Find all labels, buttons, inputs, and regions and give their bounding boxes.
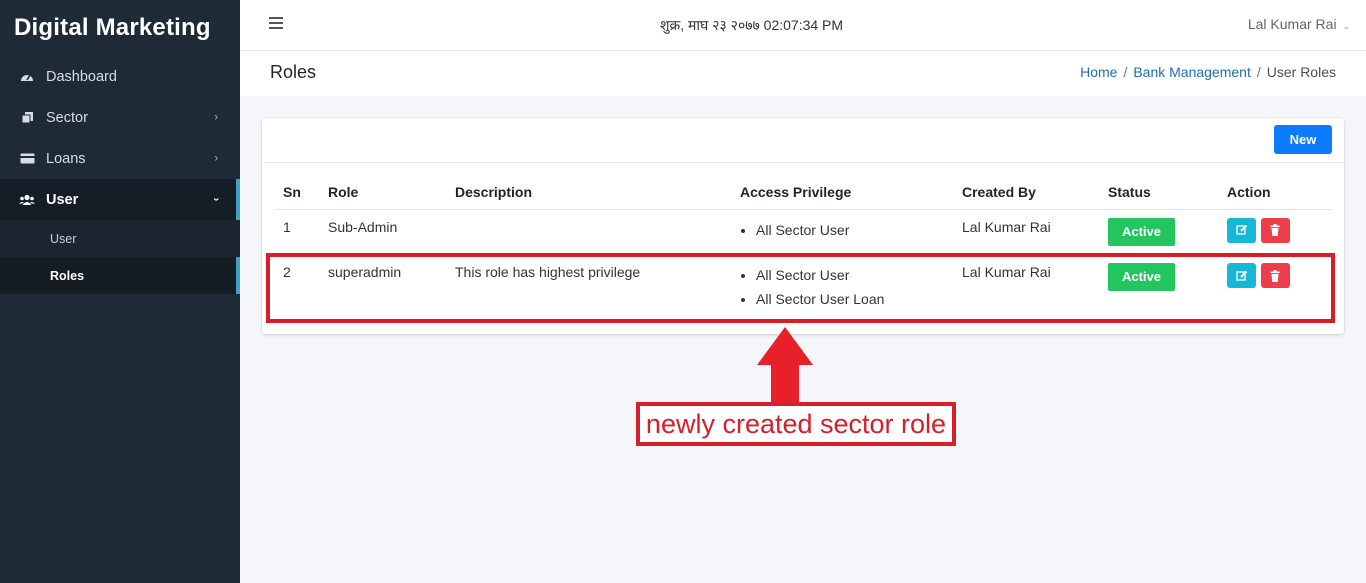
breadcrumb-bank-management[interactable]: Bank Management (1133, 64, 1251, 80)
status-badge: Active (1108, 217, 1175, 246)
privilege-item: All Sector User (756, 222, 954, 238)
brand-title[interactable]: Digital Marketing (0, 0, 240, 56)
column-header-status[interactable]: Status (1100, 175, 1219, 210)
cell-status: Active (1100, 209, 1219, 255)
delete-button[interactable] (1260, 217, 1290, 243)
user-menu[interactable]: Lal Kumar Rai ⌄ (1248, 16, 1350, 32)
edit-icon (1235, 224, 1247, 235)
sidebar-subitem-roles[interactable]: Roles (0, 257, 240, 294)
breadcrumb: Home / Bank Management / User Roles (1080, 64, 1336, 80)
sidebar-item-label: User (46, 191, 79, 208)
cell-role: Sub-Admin (328, 218, 398, 235)
page-title: Roles (270, 62, 317, 82)
cell-description (447, 209, 732, 255)
copy-icon (18, 111, 36, 125)
cell-sn: 2 (283, 264, 291, 280)
cell-access-privilege: All Sector User (732, 209, 954, 255)
table-row: 2 superadmin This role has highest privi… (275, 255, 1331, 323)
table-header-row: Sn Role Description Access Privilege Cre… (275, 175, 1331, 210)
new-role-button[interactable]: New (1274, 125, 1332, 154)
menu-toggle-icon[interactable] (269, 17, 283, 29)
breadcrumb-current: User Roles (1266, 64, 1336, 80)
edit-icon (1235, 270, 1247, 281)
edit-button[interactable] (1227, 217, 1256, 243)
card-header: New (262, 118, 1344, 163)
annotation-label: newly created sector role (636, 402, 956, 446)
sidebar-item-sector[interactable]: Sector › (0, 97, 240, 138)
roles-card: New Sn Role Description Access Privilege… (262, 118, 1344, 334)
column-header-created-by[interactable]: Created By (954, 175, 1100, 210)
sidebar-item-dashboard[interactable]: Dashboard (0, 56, 240, 97)
roles-table: Sn Role Description Access Privilege Cre… (275, 175, 1331, 323)
privilege-item: All Sector User Loan (756, 291, 954, 307)
card-icon (18, 152, 36, 166)
cell-action (1219, 209, 1331, 255)
column-header-sn[interactable]: Sn (275, 175, 320, 210)
cell-status: Active (1100, 255, 1219, 323)
cell-created-by: Lal Kumar Rai (962, 218, 1051, 235)
sidebar-item-user[interactable]: User › (0, 179, 240, 220)
trash-icon (1270, 269, 1280, 282)
column-header-role[interactable]: Role (320, 175, 447, 210)
sidebar-subitem-user[interactable]: User (0, 220, 240, 257)
cell-role: superadmin (328, 264, 402, 280)
chevron-down-icon: ⌄ (1342, 21, 1350, 31)
breadcrumb-separator: / (1256, 64, 1261, 80)
delete-button[interactable] (1260, 263, 1290, 288)
sidebar-item-loans[interactable]: Loans › (0, 138, 240, 179)
chevron-right-icon: › (214, 151, 218, 164)
breadcrumb-home[interactable]: Home (1080, 64, 1117, 80)
dashboard-icon (18, 70, 36, 84)
sidebar: Digital Marketing Dashboard Sector › Loa… (0, 0, 240, 583)
cell-access-privilege: All Sector User All Sector User Loan (732, 255, 954, 323)
cell-action (1219, 255, 1331, 323)
user-name: Lal Kumar Rai (1247, 16, 1337, 32)
breadcrumb-separator: / (1123, 64, 1128, 80)
status-badge: Active (1108, 263, 1175, 291)
current-datetime: शुक्र, माघ २३ २०७७ 02:07:34 PM (660, 17, 844, 33)
cell-description: This role has highest privilege (455, 264, 641, 280)
cell-sn: 1 (283, 218, 291, 235)
chevron-right-icon: › (214, 110, 218, 123)
chevron-down-icon: › (210, 197, 223, 201)
table-row: 1 Sub-Admin All Sector User Lal Kumar Ra… (275, 209, 1331, 255)
sidebar-item-label: Dashboard (46, 68, 117, 85)
edit-button[interactable] (1227, 263, 1256, 288)
privilege-item: All Sector User (756, 267, 954, 283)
column-header-action: Action (1219, 175, 1331, 210)
sidebar-item-label: Sector (46, 109, 88, 126)
column-header-access-privilege[interactable]: Access Privilege (732, 175, 954, 210)
annotation-arrow-icon (757, 327, 813, 403)
cell-created-by: Lal Kumar Rai (962, 264, 1051, 280)
trash-icon (1270, 224, 1280, 236)
content-header: Roles Home / Bank Management / User Roles (240, 51, 1366, 96)
users-icon (18, 193, 36, 207)
top-navbar: शुक्र, माघ २३ २०७७ 02:07:34 PM Lal Kumar… (240, 0, 1366, 51)
column-header-description[interactable]: Description (447, 175, 732, 210)
sidebar-item-label: Loans (46, 150, 86, 167)
